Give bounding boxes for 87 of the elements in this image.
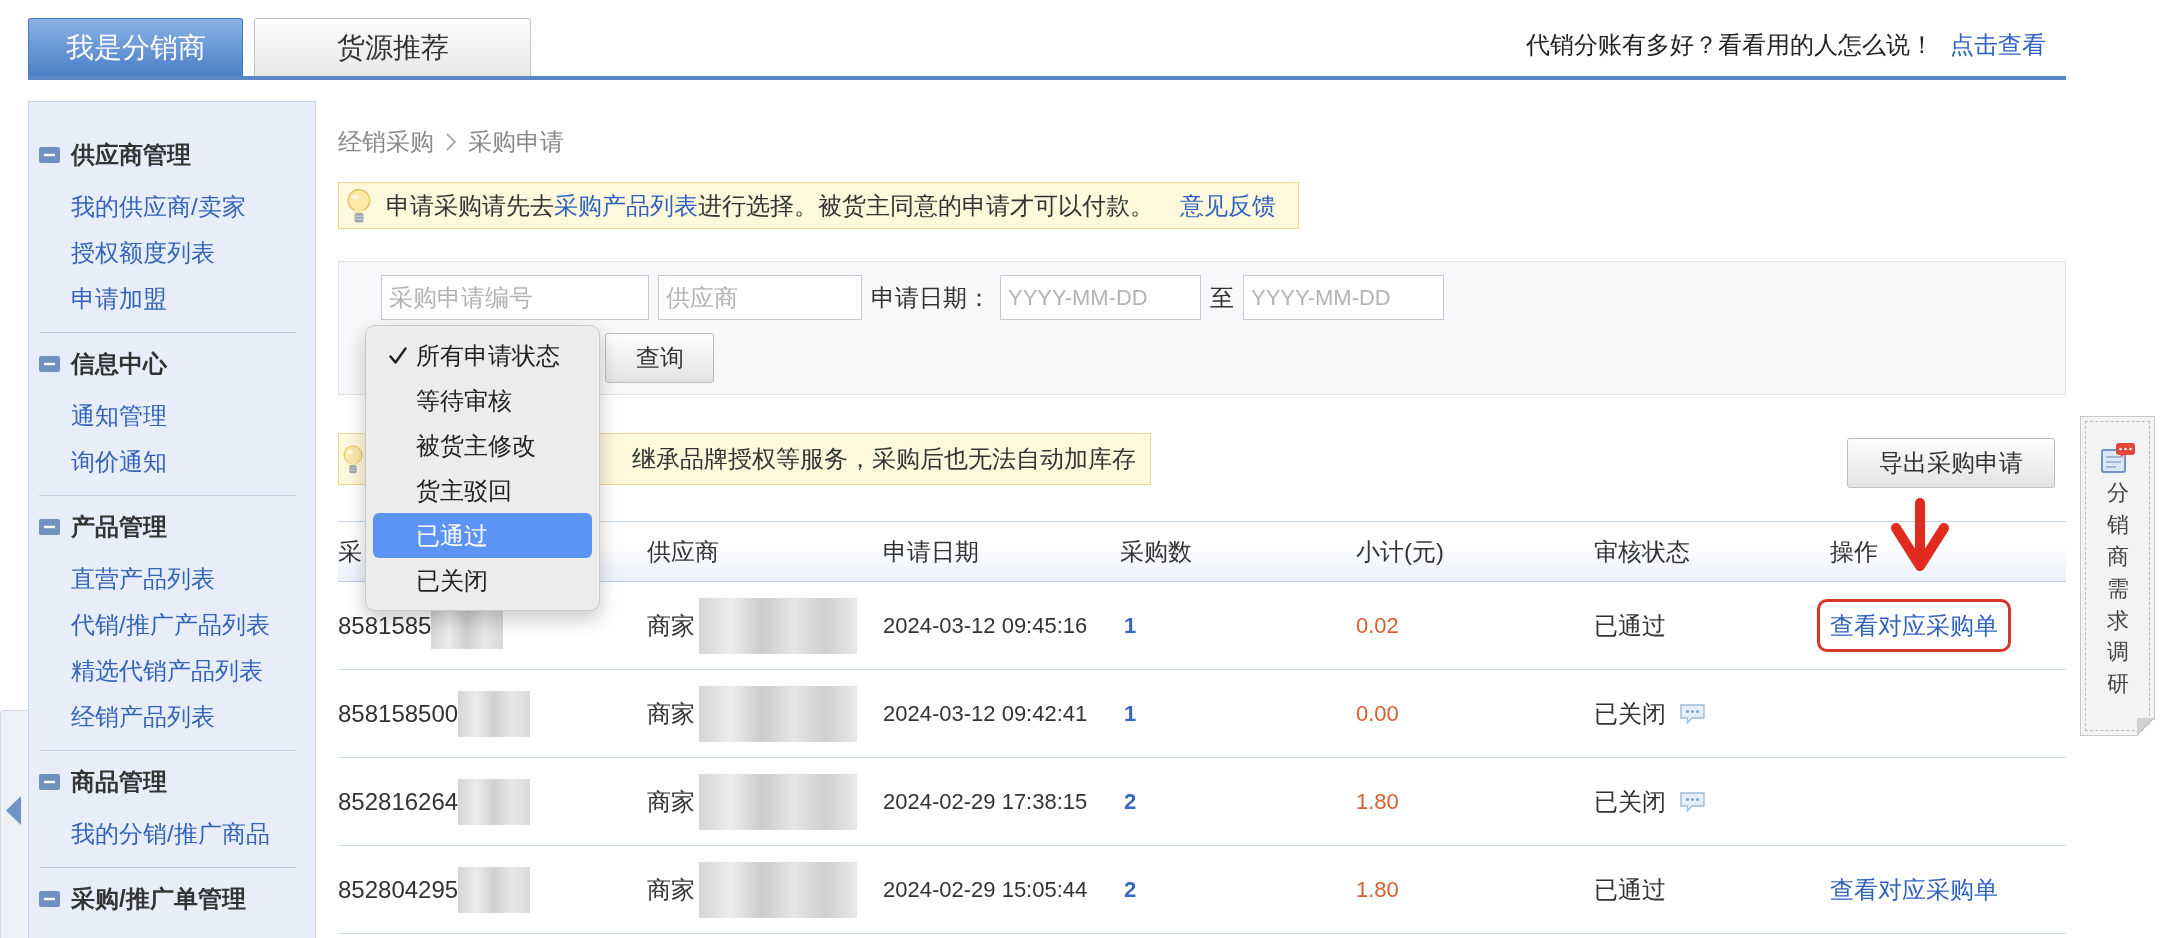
status-text: 已关闭 xyxy=(1594,698,1666,729)
order-number-text: 852816264 xyxy=(338,786,459,817)
sidebar-link[interactable]: 我的供应商/卖家 xyxy=(71,192,246,222)
dropdown-option[interactable]: 已通过 xyxy=(373,513,592,558)
minus-icon[interactable] xyxy=(39,774,60,790)
supplier-name: 商家 xyxy=(647,874,695,905)
status-text: 已关闭 xyxy=(1594,786,1666,817)
order-number-text: 858158500 xyxy=(338,698,459,729)
caret-left-icon xyxy=(5,795,22,826)
dropdown-option[interactable]: 货主驳回 xyxy=(373,468,592,513)
text-field[interactable]: 供应商 xyxy=(658,275,862,320)
supplier-name: 商家 xyxy=(647,786,695,817)
query-button[interactable]: 查询 xyxy=(605,333,714,383)
feedback-link[interactable]: 意见反馈 xyxy=(1180,190,1276,221)
supplier-name: 商家 xyxy=(647,698,695,729)
column-header: 供应商 xyxy=(647,536,719,567)
field-label: 申请日期： xyxy=(871,282,991,313)
folded-corner-icon xyxy=(2137,718,2154,735)
order-number-text: 852804295 xyxy=(338,874,459,905)
sidebar-link[interactable]: 经销产品列表 xyxy=(71,702,215,732)
sidebar-link[interactable]: 通知管理 xyxy=(71,401,167,431)
dropdown-option[interactable]: 等待审核 xyxy=(373,378,592,423)
section-title[interactable]: 供应商管理 xyxy=(71,140,191,170)
column-header: 审核状态 xyxy=(1594,536,1690,567)
quantity-text: 1 xyxy=(1124,699,1137,728)
date-text: 2024-02-29 15:05:44 xyxy=(883,875,1088,904)
nav-tab[interactable]: 货源推荐 xyxy=(254,18,531,76)
column-header: 采购数 xyxy=(1120,536,1192,567)
date-text: 2024-03-12 09:45:16 xyxy=(883,611,1088,640)
quantity-text: 2 xyxy=(1124,787,1137,816)
chevron-right-icon xyxy=(445,132,457,152)
notice-text: 继承品牌授权等服务，采购后也无法自动加库存 xyxy=(632,444,1136,474)
text-field[interactable]: 采购申请编号 xyxy=(381,275,649,320)
status-text: 已通过 xyxy=(1594,874,1666,905)
order-number-text: 8581585 xyxy=(338,610,432,641)
supplier-name: 商家 xyxy=(647,610,695,641)
note-bubble-icon xyxy=(2100,443,2135,473)
breadcrumb-link[interactable]: 经销采购 xyxy=(338,127,434,157)
column-header: 操作 xyxy=(1830,536,1878,567)
column-header: 采 xyxy=(338,536,362,567)
export-button[interactable]: 导出采购申请 xyxy=(1847,438,2055,488)
subtotal-text: 0.00 xyxy=(1356,699,1399,728)
survey-tab[interactable]: 分销商需求调研 xyxy=(2080,416,2155,736)
bulb-icon xyxy=(343,444,363,474)
field-label: 至 xyxy=(1210,282,1234,313)
date-text: 2024-02-29 17:38:15 xyxy=(883,787,1088,816)
comment-icon[interactable] xyxy=(1680,703,1705,724)
subtotal-text: 0.02 xyxy=(1356,611,1399,640)
dropdown-option[interactable]: 已关闭 xyxy=(373,558,592,603)
bulb-icon xyxy=(347,188,371,223)
sidebar-link[interactable]: 直营产品列表 xyxy=(71,564,215,594)
section-title[interactable]: 产品管理 xyxy=(71,512,167,542)
sidebar-link[interactable]: 申请加盟 xyxy=(71,284,167,314)
dropdown-option[interactable]: 所有申请状态 xyxy=(373,333,592,378)
breadcrumb-current: 采购申请 xyxy=(468,127,564,157)
view-link[interactable]: 点击查看 xyxy=(1950,29,2046,61)
section-title[interactable]: 商品管理 xyxy=(71,767,167,797)
date-field[interactable]: YYYY-MM-DD xyxy=(1243,275,1444,320)
quantity-text: 1 xyxy=(1124,611,1137,640)
subtotal-text: 1.80 xyxy=(1356,787,1399,816)
sidebar-link[interactable]: 代销/推广产品列表 xyxy=(71,610,270,640)
section-title[interactable]: 采购/推广单管理 xyxy=(71,884,246,914)
promo-text: 代销分账有多好？看看用的人怎么说！ xyxy=(1526,30,1934,60)
date-field[interactable]: YYYY-MM-DD xyxy=(1000,275,1201,320)
quantity-text: 2 xyxy=(1124,875,1137,904)
subtotal-text: 1.80 xyxy=(1356,875,1399,904)
section-title[interactable]: 信息中心 xyxy=(71,349,167,379)
dropdown-option[interactable]: 被货主修改 xyxy=(373,423,592,468)
product-list-link[interactable]: 采购产品列表 xyxy=(554,191,698,219)
collapse-tab[interactable] xyxy=(0,710,28,938)
minus-icon[interactable] xyxy=(39,147,60,163)
comment-icon[interactable] xyxy=(1680,791,1705,812)
minus-icon[interactable] xyxy=(39,356,60,372)
view-order-link[interactable]: 查看对应采购单 xyxy=(1830,875,1998,904)
sidebar-link[interactable]: 询价通知 xyxy=(71,447,167,477)
sidebar-link[interactable]: 精选代销产品列表 xyxy=(71,656,263,686)
minus-icon[interactable] xyxy=(39,519,60,535)
status-text: 已通过 xyxy=(1594,610,1666,641)
date-text: 2024-03-12 09:42:41 xyxy=(883,699,1088,728)
minus-icon[interactable] xyxy=(39,891,60,907)
sidebar-link[interactable]: 我的分销/推广商品 xyxy=(71,819,270,849)
view-order-link[interactable]: 查看对应采购单 xyxy=(1830,611,1998,640)
sidebar-link[interactable]: 授权额度列表 xyxy=(71,238,215,268)
notice-text: 申请采购请先去采购产品列表进行选择。被货主同意的申请才可以付款。 xyxy=(386,190,1154,221)
column-header: 小计(元) xyxy=(1356,536,1444,567)
nav-tab[interactable]: 我是分销商 xyxy=(28,18,243,76)
column-header: 申请日期 xyxy=(883,536,979,567)
